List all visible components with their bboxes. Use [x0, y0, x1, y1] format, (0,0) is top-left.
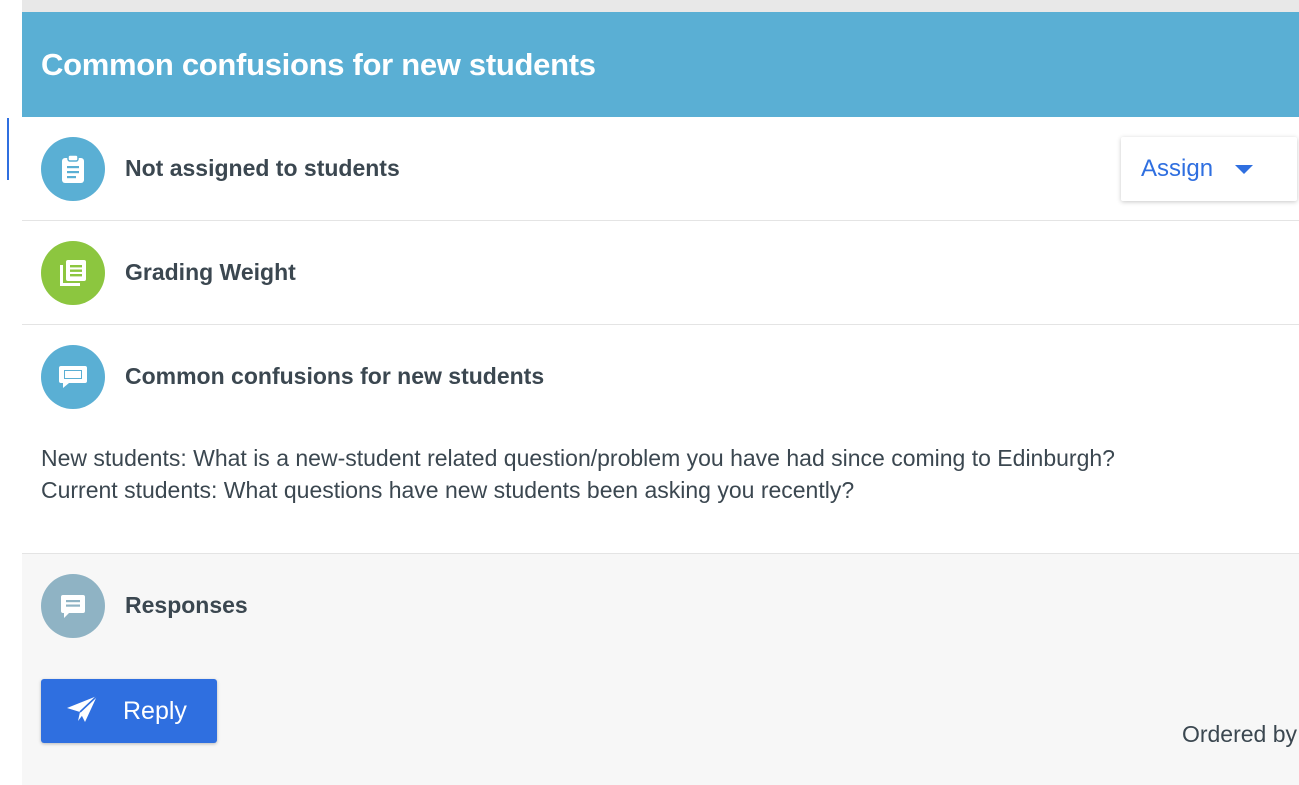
assign-dropdown-button[interactable]: Assign [1121, 137, 1297, 201]
assignment-status: Not assigned to students [125, 155, 400, 181]
topic-header: Common confusions for new students [22, 12, 1299, 117]
grading-weight-row[interactable]: Grading Weight [22, 221, 1299, 325]
documents-icon [41, 240, 105, 305]
discussion-title: Common confusions for new students [125, 363, 545, 389]
clipboard-icon [41, 136, 105, 201]
prompt-line: New students: What is a new-student rela… [41, 445, 1115, 471]
discussion-prompt: New students: What is a new-student rela… [22, 428, 1299, 506]
topic-panel: Common confusions for new students Not a… [22, 12, 1299, 785]
grading-weight-label: Grading Weight [125, 259, 296, 285]
discussion-title-row: Common confusions for new students [22, 325, 1299, 428]
chat-icon [41, 344, 105, 409]
responses-label: Responses [125, 592, 248, 618]
prompt-line: Current students: What questions have ne… [41, 477, 855, 503]
assign-label: Assign [1141, 155, 1214, 182]
message-icon [41, 573, 105, 638]
responses-header-row: Responses [22, 554, 1299, 657]
reply-label: Reply [123, 696, 187, 725]
send-icon [65, 694, 99, 729]
caret-down-icon [1235, 164, 1254, 174]
reply-button[interactable]: Reply [41, 679, 217, 743]
left-navigation-edge [0, 0, 22, 785]
page: Common confusions for new students Not a… [0, 0, 1299, 785]
assignment-row: Not assigned to students Assign [22, 117, 1299, 221]
discussion-section: Common confusions for new students New s… [22, 325, 1299, 554]
responses-section: Responses Reply Ordered by [22, 554, 1299, 785]
page-title: Common confusions for new students [41, 46, 596, 82]
ordered-by-label[interactable]: Ordered by [1182, 721, 1297, 748]
active-nav-indicator [7, 118, 9, 180]
